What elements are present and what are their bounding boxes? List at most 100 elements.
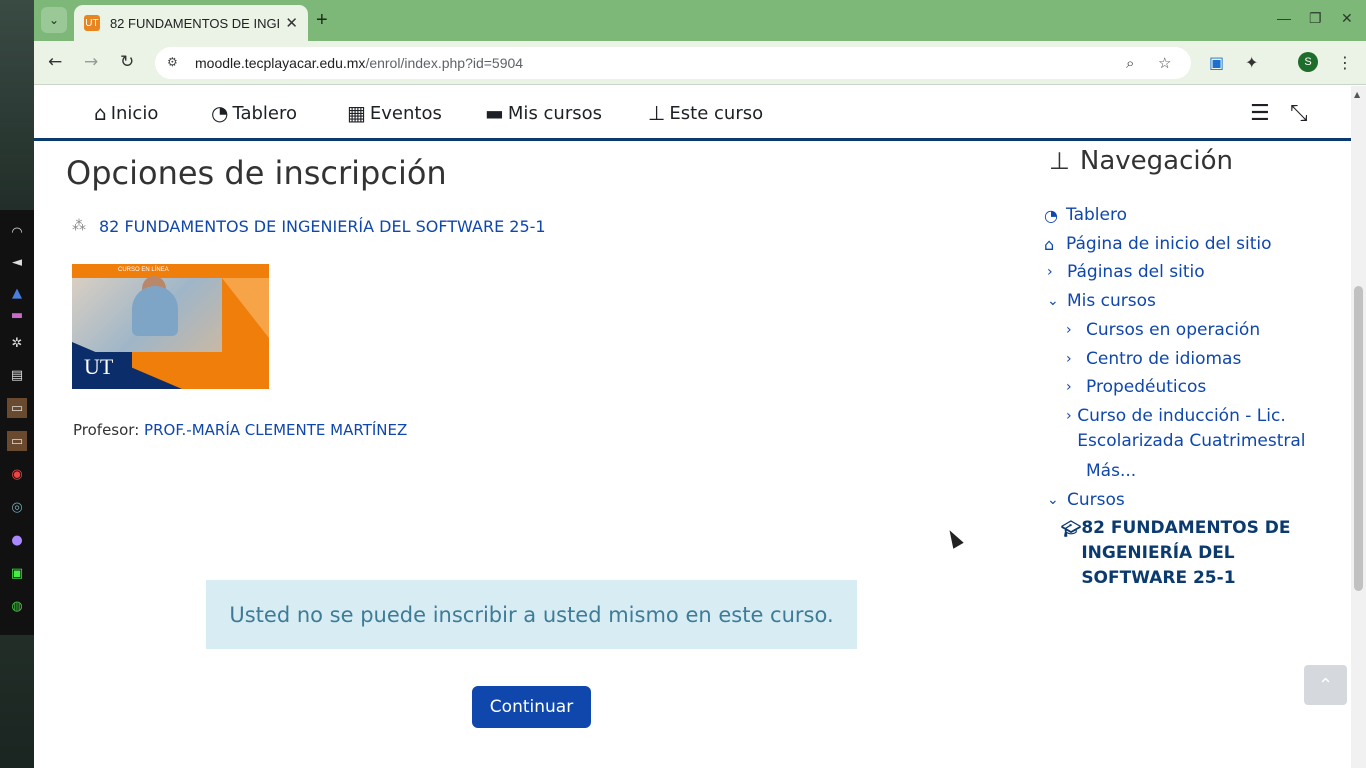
course-name[interactable]: 82 FUNDAMENTOS DE INGENIERÍA DEL SOFTWAR… xyxy=(99,217,546,236)
close-window-icon[interactable]: ✕ xyxy=(1341,10,1353,27)
chevron-down-icon: ⌄ xyxy=(1047,492,1059,508)
minimize-icon[interactable]: — xyxy=(1277,10,1291,26)
page-title: Opciones de inscripción xyxy=(66,154,447,192)
nav-item-courses[interactable]: ⌄ Cursos xyxy=(1047,488,1125,513)
forward-icon[interactable]: → xyxy=(84,52,98,72)
nav-item-induction-course[interactable]: › Curso de inducción - Lic. Escolarizada… xyxy=(1066,404,1326,454)
nav-inicio[interactable]: ⌂ Inicio xyxy=(94,101,158,125)
nav-tablero-label: Tablero xyxy=(232,102,298,124)
url-path: /enrol/index.php?id=5904 xyxy=(365,55,524,71)
chrome-icon[interactable]: ◉ xyxy=(7,464,27,484)
extensions-icon[interactable]: ✦ xyxy=(1245,53,1258,72)
back-icon[interactable]: ← xyxy=(48,52,62,72)
nav-este-curso[interactable]: ⊥ Este curso xyxy=(648,101,763,125)
workspace-icon[interactable]: ▬ xyxy=(7,305,27,325)
screenshot-icon[interactable]: ▣ xyxy=(1209,53,1224,72)
chevron-down-icon: ⌄ xyxy=(1047,293,1059,309)
graduation-cap-icon: 🎓︎ xyxy=(1061,519,1082,538)
nav-item-label: Página de inicio del sitio xyxy=(1066,234,1272,254)
calendar-icon: ▦ xyxy=(347,101,366,125)
toggle-drawer-icon[interactable]: ☰ xyxy=(1250,101,1270,126)
browser-tab[interactable]: UT 82 FUNDAMENTOS DE INGENIERÍA DEL SOFT… xyxy=(74,5,308,41)
volume-muted-icon[interactable]: ◄ xyxy=(7,252,27,272)
nav-item-label: Cursos xyxy=(1067,490,1125,510)
page-scrollbar[interactable]: ▲ xyxy=(1351,86,1366,768)
back-to-top-button[interactable]: ⌃ xyxy=(1304,665,1347,705)
site-info-icon[interactable]: ⚙ xyxy=(167,55,183,71)
nav-item-label: Propedéuticos xyxy=(1086,377,1207,397)
nav-item-my-courses[interactable]: ⌄ Mis cursos xyxy=(1047,289,1156,314)
terminal-icon[interactable]: ▣ xyxy=(7,563,27,583)
nav-item-label: Tablero xyxy=(1066,205,1127,225)
navigation-heading: ⊥ Navegación xyxy=(1049,146,1233,176)
chevron-right-icon: › xyxy=(1066,351,1072,367)
course-image-logo: UT xyxy=(84,354,114,379)
chevron-right-icon: › xyxy=(1066,379,1072,395)
mouse-cursor xyxy=(944,527,964,549)
app-launcher-icon[interactable]: ▲ xyxy=(7,283,27,303)
nav-item-label: Centro de idiomas xyxy=(1086,349,1242,369)
home-icon: ⌂ xyxy=(94,101,107,125)
chevron-right-icon: › xyxy=(1066,322,1072,338)
whatsapp-icon[interactable]: ◍ xyxy=(7,596,27,616)
nav-item-label: Páginas del sitio xyxy=(1067,262,1205,282)
nav-item-label: Cursos en operación xyxy=(1086,320,1261,340)
browser-window: ⌄ UT 82 FUNDAMENTOS DE INGENIERÍA DEL SO… xyxy=(34,0,1366,768)
dashboard-icon: ◔ xyxy=(211,101,229,125)
tab-search-button[interactable]: ⌄ xyxy=(41,7,67,33)
briefcase-icon: ▬ xyxy=(485,101,504,125)
teacher-link[interactable]: PROF.-MARÍA CLEMENTE MARTÍNEZ xyxy=(144,421,407,439)
nav-item-tablero[interactable]: ◔ Tablero xyxy=(1044,203,1127,228)
nav-item-label: 82 FUNDAMENTOS DE INGENIERÍA DEL SOFTWAR… xyxy=(1081,518,1291,588)
course-image: CURSO EN LÍNEA UT xyxy=(72,264,269,389)
course-icon: ⁂ xyxy=(72,217,86,234)
navigation-heading-label: Navegación xyxy=(1079,146,1234,176)
app-icon[interactable]: ◎ xyxy=(7,497,27,517)
nav-item-label: Mis cursos xyxy=(1067,291,1156,311)
document-icon[interactable]: ▤ xyxy=(7,365,27,385)
browser-toolbar: ← → ↻ ⚙ moodle.tecplayacar.edu.mx/enrol/… xyxy=(34,41,1366,85)
menu-kebab-icon[interactable]: ⋮ xyxy=(1337,53,1353,72)
nav-tablero[interactable]: ◔ Tablero xyxy=(211,101,297,125)
bookmark-star-icon[interactable]: ☆ xyxy=(1158,54,1171,72)
scroll-up-arrow-icon[interactable]: ▲ xyxy=(1354,90,1360,99)
nav-item-site-pages[interactable]: › Páginas del sitio xyxy=(1047,260,1205,285)
compress-icon[interactable]: ⤡ xyxy=(1290,101,1308,126)
profile-avatar[interactable]: S xyxy=(1298,52,1318,72)
page-content: ⌂ Inicio ◔ Tablero ▦ Eventos ▬ Mis curso… xyxy=(34,86,1351,768)
nav-este-curso-label: Este curso xyxy=(669,102,764,124)
nav-item-site-home[interactable]: ⌂ Página de inicio del sitio xyxy=(1044,232,1272,257)
desktop-dock: ◠ ◄ ▲ ▬ ✲ ▤ ▭ ▭ ◉ ◎ ● ▣ ◍ xyxy=(0,0,34,768)
scroll-thumb[interactable] xyxy=(1354,286,1363,591)
zoom-icon[interactable]: ⌕ xyxy=(1126,54,1134,72)
settings-icon[interactable]: ✲ xyxy=(7,333,27,353)
course-image-label: CURSO EN LÍNEA xyxy=(118,267,169,273)
app-icon[interactable]: ● xyxy=(7,530,27,550)
site-favicon-icon: UT xyxy=(84,15,100,31)
restore-icon[interactable]: ❐ xyxy=(1309,10,1322,27)
sitemap-icon: ⊥ xyxy=(1049,147,1070,175)
new-tab-button[interactable]: + xyxy=(316,9,328,32)
nav-mis-cursos[interactable]: ▬ Mis cursos xyxy=(485,101,602,125)
nav-item-language-center[interactable]: › Centro de idiomas xyxy=(1066,347,1241,372)
course-link[interactable]: ⁂ 82 FUNDAMENTOS DE INGENIERÍA DEL SOFTW… xyxy=(72,217,546,236)
nav-item-label: Curso de inducción - Lic. Escolarizada C… xyxy=(1077,406,1306,451)
continue-button[interactable]: Continuar xyxy=(472,686,591,728)
wifi-icon[interactable]: ◠ xyxy=(7,222,27,242)
chevron-right-icon: › xyxy=(1047,264,1053,280)
tab-title: 82 FUNDAMENTOS DE INGENIERÍA DEL SOFTWAR… xyxy=(109,15,279,31)
nav-eventos[interactable]: ▦ Eventos xyxy=(347,101,442,125)
files-app-icon[interactable]: ▭ xyxy=(7,431,27,451)
teacher-line: Profesor: PROF.-MARÍA CLEMENTE MARTÍNEZ xyxy=(73,421,407,439)
nav-item-propedeuticos[interactable]: › Propedéuticos xyxy=(1066,375,1206,400)
nav-item-more[interactable]: Más... xyxy=(1086,459,1136,484)
nav-eventos-label: Eventos xyxy=(369,102,442,124)
nav-item-current-course[interactable]: 🎓︎ 82 FUNDAMENTOS DE INGENIERÍA DEL SOFT… xyxy=(1061,516,1331,591)
nav-item-courses-operation[interactable]: › Cursos en operación xyxy=(1066,318,1260,343)
reload-icon[interactable]: ↻ xyxy=(120,52,134,72)
moodle-top-nav: ⌂ Inicio ◔ Tablero ▦ Eventos ▬ Mis curso… xyxy=(34,86,1351,141)
files-app-icon[interactable]: ▭ xyxy=(7,398,27,418)
info-alert: Usted no se puede inscribir a usted mism… xyxy=(206,580,857,649)
close-tab-icon[interactable]: ✕ xyxy=(285,14,298,32)
address-bar[interactable]: ⚙ moodle.tecplayacar.edu.mx/enrol/index.… xyxy=(155,47,1191,79)
